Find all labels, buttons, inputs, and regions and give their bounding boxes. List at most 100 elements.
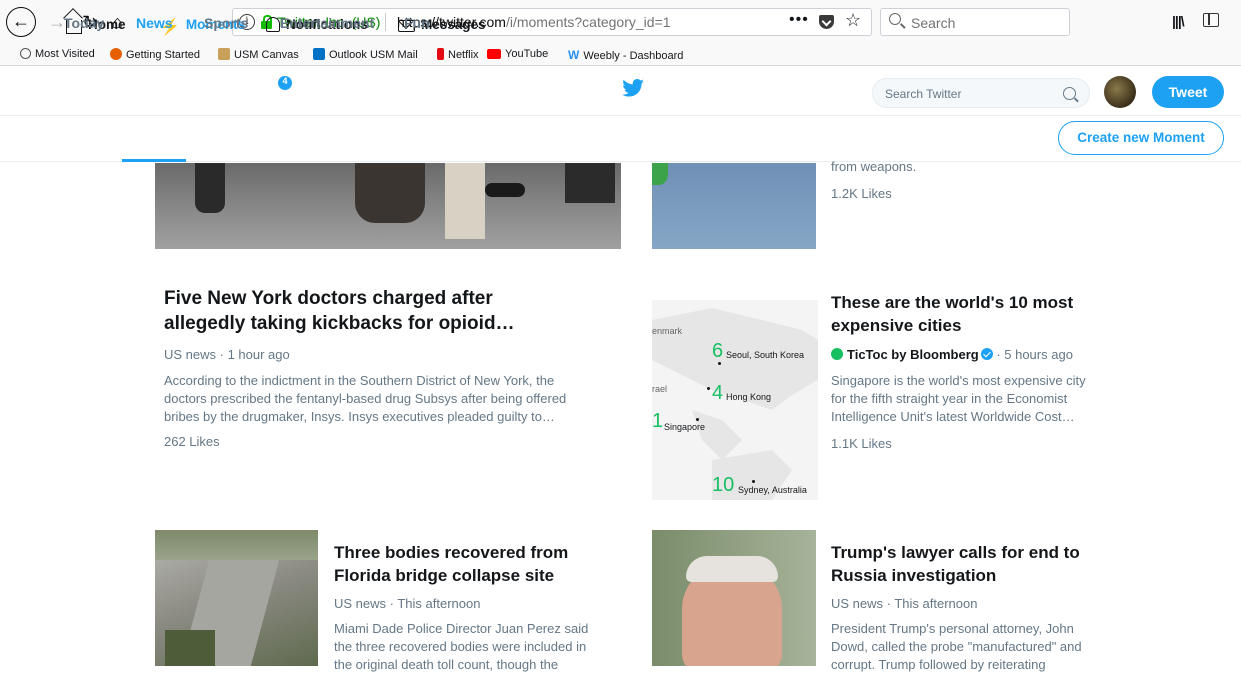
library-icon[interactable]: |||\ [1172,13,1185,29]
map-dot-seoul [718,362,721,365]
back-arrow-icon[interactable]: ← [6,7,36,37]
browser-search-placeholder: Search [911,15,956,31]
twitter-search-input[interactable]: Search Twitter [872,78,1090,108]
bridge-title-line2[interactable]: Florida bridge collapse site [334,564,554,587]
bookmark-getting-started[interactable]: Getting Started [110,48,200,61]
browser-search-input[interactable]: Search [880,8,1070,36]
map-label-region: rael [652,384,668,394]
bookmark-weebly[interactable]: W Weebly - Dashboard [568,48,683,62]
url-path: /i/moments?category_id=1 [505,14,671,30]
tab-entertainment[interactable]: Entertainment [280,15,374,31]
bookmarks-toolbar: Most Visited Getting Started USM Canvas … [0,44,1241,66]
firefox-icon [110,48,122,60]
tab-today[interactable]: Today [64,15,104,31]
map-dot-singapore [696,418,699,421]
doctors-likes: 262 Likes [164,434,220,449]
map-dot-hk [707,387,710,390]
map-rank-sydney: 10 [712,474,735,496]
weebly-icon: W [568,48,580,62]
bookmark-most-visited[interactable]: Most Visited [20,48,95,60]
tweet-button[interactable]: Tweet [1152,76,1224,108]
tab-sports[interactable]: Sports [204,15,248,31]
gear-icon [20,48,31,59]
map-city-seoul: Seoul, South Korea [726,350,805,360]
tictoc-logo-icon [831,348,843,360]
russia-meta: US news · This afternoon [831,596,978,611]
search-icon[interactable] [1063,87,1076,100]
bookmark-star-icon[interactable]: ☆ [845,10,861,31]
map-city-hk: Hong Kong [726,392,772,402]
cities-desc-line3: Intelligence Unit's latest Worldwide Cos… [831,409,1075,424]
bridge-desc-line1: Miami Dade Police Director Juan Perez sa… [334,621,589,636]
verified-badge-icon [980,348,993,360]
doctors-title-line2[interactable]: allegedly taking kickbacks for opioid… [164,311,515,336]
russia-title-line2[interactable]: Russia investigation [831,564,996,587]
create-moment-button[interactable]: Create new Moment [1058,121,1224,155]
bridge-desc-line3: the original death toll count, though th… [334,657,559,672]
bookmark-usm-canvas[interactable]: USM Canvas [218,48,299,61]
russia-title-line1[interactable]: Trump's lawyer calls for end to [831,541,1080,564]
doctors-title-line1[interactable]: Five New York doctors charged after [164,286,493,311]
russia-desc-line3: corrupt. Trump followed by reiterating [831,657,1046,672]
bridge-meta: US news · This afternoon [334,596,481,611]
cities-title-line1[interactable]: These are the world's 10 most [831,291,1073,314]
avatar[interactable] [1104,76,1136,108]
doctors-top-image[interactable] [155,163,621,249]
twitter-bird-icon[interactable] [622,79,644,97]
bookmark-label: USM Canvas [234,49,299,61]
trump-lawyer-image[interactable] [652,530,816,666]
bookmark-netflix[interactable]: Netflix [437,48,479,61]
doctors-desc-line1: According to the indictment in the South… [164,373,555,388]
active-tab-indicator [122,159,186,162]
tab-fun[interactable]: Fun [404,15,430,31]
bookmark-youtube[interactable]: YouTube [487,48,548,60]
youtube-icon [487,49,501,59]
doctors-meta: US news · 1 hour ago [164,347,290,362]
map-rank-singapore: 1 [652,410,664,432]
cities-meta: TicToc by Bloomberg · 5 hours ago [831,347,1073,362]
bell-icon [266,17,280,32]
image-detail [652,163,668,185]
bookmark-label: Weebly - Dashboard [583,50,684,62]
bookmark-outlook[interactable]: Outlook USM Mail [313,48,418,61]
cities-desc-line1: Singapore is the world's most expensive … [831,373,1086,388]
russia-desc-line1: President Trump's personal attorney, Joh… [831,621,1074,636]
image-detail [485,183,525,197]
map-rank-hk: 4 [712,382,724,404]
tab-news[interactable]: News [136,15,173,31]
cities-time: · 5 hours ago [992,347,1073,362]
image-detail [165,630,215,666]
doctors-desc-line2: doctors prescribed the fentanyl-based dr… [164,391,567,406]
search-icon [889,13,901,25]
image-detail [445,163,485,239]
cities-map-image[interactable]: enmark rael 6 Seoul, South Korea 4 Hong … [652,300,818,500]
bookmark-label: Outlook USM Mail [329,49,418,61]
netflix-icon [437,48,444,60]
bridge-title-line1[interactable]: Three bodies recovered from [334,541,568,564]
russia-desc-line2: Dowd, called the probe "manufactured" an… [831,639,1082,654]
sidebar-toggle-icon[interactable] [1203,13,1219,27]
image-detail [155,530,318,560]
bookmark-label: Getting Started [126,49,200,61]
top-right-image[interactable] [652,163,816,249]
map-dot-sydney [752,480,755,483]
bridge-image[interactable] [155,530,318,666]
bookmark-label: Most Visited [35,48,95,60]
map-city-singapore: Singapore [664,422,706,432]
bookmark-label: Netflix [448,49,479,61]
canvas-icon [218,48,230,60]
map-city-sydney: Sydney, Australia [738,485,807,495]
nav-messages-label: Messages [421,17,486,32]
cities-source[interactable]: TicToc by Bloomberg [847,347,979,362]
cities-likes: 1.1K Likes [831,436,892,451]
bridge-desc-line2: the three recovered bodies were included… [334,639,587,654]
doctors-desc-line3: bribes by the drugmaker, Insys. Insys ex… [164,409,555,424]
cities-title-line2[interactable]: expensive cities [831,314,961,337]
top-right-likes: 1.2K Likes [831,186,892,201]
pocket-icon[interactable] [819,15,834,29]
map-label-region: enmark [652,326,683,336]
url-separator [385,13,386,31]
cities-desc-line2: for the fifth straight year in the Econo… [831,391,1068,406]
page-actions-icon[interactable]: ••• [789,11,809,29]
outlook-icon [313,48,325,60]
